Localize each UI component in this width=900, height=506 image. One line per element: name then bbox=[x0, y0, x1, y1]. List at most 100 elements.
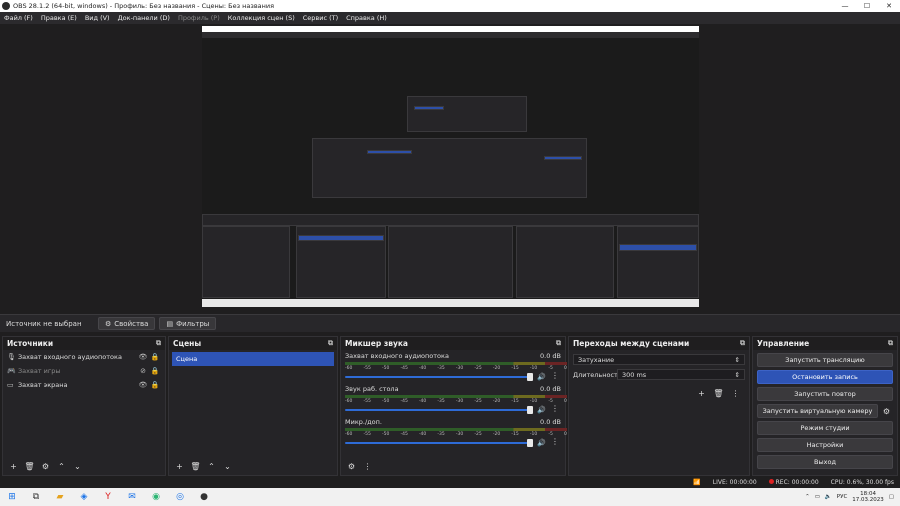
kebab-menu-icon[interactable]: ⋮ bbox=[551, 404, 559, 413]
move-down-button[interactable]: ⌄ bbox=[71, 460, 84, 472]
undock-icon[interactable]: ⧉ bbox=[888, 339, 893, 348]
start-streaming-button[interactable]: Запустить трансляцию bbox=[757, 353, 893, 367]
menu-profile[interactable]: Профиль (P) bbox=[174, 14, 224, 22]
slider-handle[interactable] bbox=[527, 406, 533, 414]
preview-nested-mixer bbox=[388, 226, 513, 298]
scene-item[interactable]: Сцена bbox=[172, 352, 334, 366]
undock-icon[interactable]: ⧉ bbox=[740, 339, 745, 348]
windows-start-icon[interactable]: ⊞ bbox=[4, 490, 20, 504]
store-icon[interactable]: ◈ bbox=[76, 490, 92, 504]
menu-scene-collection[interactable]: Коллекция сцен (S) bbox=[224, 14, 299, 22]
close-button[interactable]: ✕ bbox=[878, 0, 900, 12]
chevron-up-icon[interactable]: ⌃ bbox=[805, 494, 810, 500]
transition-type-select[interactable]: Затухание ⇕ bbox=[573, 354, 745, 365]
volume-icon[interactable]: 🔈 bbox=[825, 494, 832, 500]
menu-tools[interactable]: Сервис (T) bbox=[299, 14, 342, 22]
volume-slider[interactable] bbox=[345, 439, 533, 447]
menu-edit[interactable]: Правка (E) bbox=[37, 14, 81, 22]
advanced-audio-icon[interactable]: ⚙ bbox=[345, 460, 358, 472]
source-item[interactable]: 🎙 Захват входного аудиопотока 👁 🔒 bbox=[3, 350, 165, 364]
gear-icon: ⚙ bbox=[105, 319, 112, 328]
spin-arrows-icon[interactable]: ⇕ bbox=[735, 371, 740, 379]
volume-meter bbox=[345, 362, 567, 365]
browser-icon[interactable]: ◎ bbox=[172, 490, 188, 504]
kebab-menu-icon[interactable]: ⋮ bbox=[551, 371, 559, 380]
exit-button[interactable]: Выход bbox=[757, 455, 893, 469]
slider-handle[interactable] bbox=[527, 373, 533, 381]
kebab-menu-icon[interactable]: ⋮ bbox=[551, 437, 559, 446]
obs-taskbar-icon[interactable]: ● bbox=[196, 490, 212, 504]
duration-row: Длительность 300 ms ⇕ bbox=[573, 369, 745, 380]
source-properties-button[interactable]: ⚙ bbox=[39, 460, 52, 472]
scale-tick: -35 bbox=[437, 399, 445, 404]
scale-tick: -15 bbox=[511, 432, 519, 437]
meter-scale: -60 -55 -50 -45 -40 -35 -30 -25 -20 -15 -10 -5 0 bbox=[345, 432, 567, 437]
notifications-icon[interactable]: ▢ bbox=[889, 494, 894, 500]
add-scene-button[interactable]: + bbox=[173, 460, 186, 472]
lock-icon[interactable]: 🔒 bbox=[149, 353, 161, 361]
scale-tick: -50 bbox=[381, 366, 390, 371]
scale-tick: -60 bbox=[345, 399, 353, 404]
speaker-icon[interactable]: 🔊 bbox=[537, 439, 546, 447]
studio-mode-button[interactable]: Режим студии bbox=[757, 421, 893, 435]
edge-browser-icon[interactable]: ◉ bbox=[148, 490, 164, 504]
source-item[interactable]: ▭ Захват экрана 👁 🔒 bbox=[3, 378, 165, 392]
record-dot-icon bbox=[768, 478, 774, 484]
lock-icon[interactable]: 🔒 bbox=[149, 367, 161, 375]
minimize-button[interactable]: — bbox=[834, 0, 856, 12]
add-source-button[interactable]: + bbox=[7, 460, 20, 472]
volume-slider[interactable] bbox=[345, 373, 533, 381]
menu-view[interactable]: Вид (V) bbox=[81, 14, 114, 22]
scale-tick: -15 bbox=[511, 366, 519, 371]
undock-icon[interactable]: ⧉ bbox=[556, 339, 561, 348]
duration-spinbox[interactable]: 300 ms ⇕ bbox=[617, 369, 745, 380]
move-down-button[interactable]: ⌄ bbox=[221, 460, 234, 472]
volume-meter bbox=[345, 395, 567, 398]
maximize-button[interactable]: ☐ bbox=[856, 0, 878, 12]
move-up-button[interactable]: ⌃ bbox=[55, 460, 68, 472]
add-transition-button[interactable]: + bbox=[695, 387, 708, 399]
filters-button[interactable]: ▤ Фильтры bbox=[159, 317, 217, 330]
stop-recording-button[interactable]: Остановить запись bbox=[757, 370, 893, 384]
volume-slider[interactable] bbox=[345, 406, 533, 414]
menu-file[interactable]: Файл (F) bbox=[0, 14, 37, 22]
menu-help[interactable]: Справка (H) bbox=[342, 14, 391, 22]
undock-icon[interactable]: ⧉ bbox=[156, 339, 161, 348]
eye-icon[interactable]: 👁 bbox=[137, 353, 149, 361]
network-icon[interactable]: ▭ bbox=[815, 494, 820, 500]
start-virtual-camera-button[interactable]: Запустить виртуальную камеру bbox=[757, 404, 878, 418]
properties-button[interactable]: ⚙ Свойства bbox=[98, 317, 156, 330]
cpu-status: CPU: 0.6%, 30.00 fps bbox=[830, 478, 894, 486]
yandex-browser-icon[interactable]: Y bbox=[100, 490, 116, 504]
eye-icon[interactable]: 👁 bbox=[137, 381, 149, 389]
scale-tick: -35 bbox=[437, 366, 445, 371]
source-item[interactable]: 🎮 Захват игры ⊘ 🔒 bbox=[3, 364, 165, 378]
speaker-icon[interactable]: 🔊 bbox=[537, 406, 546, 414]
remove-scene-button[interactable]: 🗑 bbox=[189, 460, 202, 472]
remove-transition-button[interactable]: 🗑 bbox=[712, 387, 725, 399]
source-toolbar: Источник не выбран ⚙ Свойства ▤ Фильтры bbox=[0, 314, 900, 332]
language-indicator[interactable]: РУС bbox=[837, 494, 848, 500]
start-replay-button[interactable]: Запустить повтор bbox=[757, 387, 893, 401]
properties-label: Свойства bbox=[114, 319, 149, 328]
lock-icon[interactable]: 🔒 bbox=[149, 381, 161, 389]
mail-icon[interactable]: ✉ bbox=[124, 490, 140, 504]
file-explorer-icon[interactable]: ▰ bbox=[52, 490, 68, 504]
menu-bar: Файл (F) Правка (E) Вид (V) Док-панели (… bbox=[0, 12, 900, 24]
gear-icon[interactable]: ⚙ bbox=[880, 405, 893, 417]
clock[interactable]: 18:04 17.03.2023 bbox=[852, 491, 884, 503]
scale-tick: -10 bbox=[529, 399, 538, 404]
eye-hidden-icon[interactable]: ⊘ bbox=[137, 367, 149, 375]
kebab-menu-icon[interactable]: ⋮ bbox=[729, 387, 742, 399]
slider-handle[interactable] bbox=[527, 439, 533, 447]
task-view-icon[interactable]: ⧉ bbox=[28, 490, 44, 504]
settings-button[interactable]: Настройки bbox=[757, 438, 893, 452]
filters-label: Фильтры bbox=[176, 319, 210, 328]
undock-icon[interactable]: ⧉ bbox=[328, 339, 333, 348]
remove-source-button[interactable]: 🗑 bbox=[23, 460, 36, 472]
move-up-button[interactable]: ⌃ bbox=[205, 460, 218, 472]
kebab-menu-icon[interactable]: ⋮ bbox=[361, 460, 374, 472]
menu-docks[interactable]: Док-панели (D) bbox=[114, 14, 174, 22]
speaker-icon[interactable]: 🔊 bbox=[537, 373, 546, 381]
preview-canvas[interactable] bbox=[202, 26, 699, 307]
